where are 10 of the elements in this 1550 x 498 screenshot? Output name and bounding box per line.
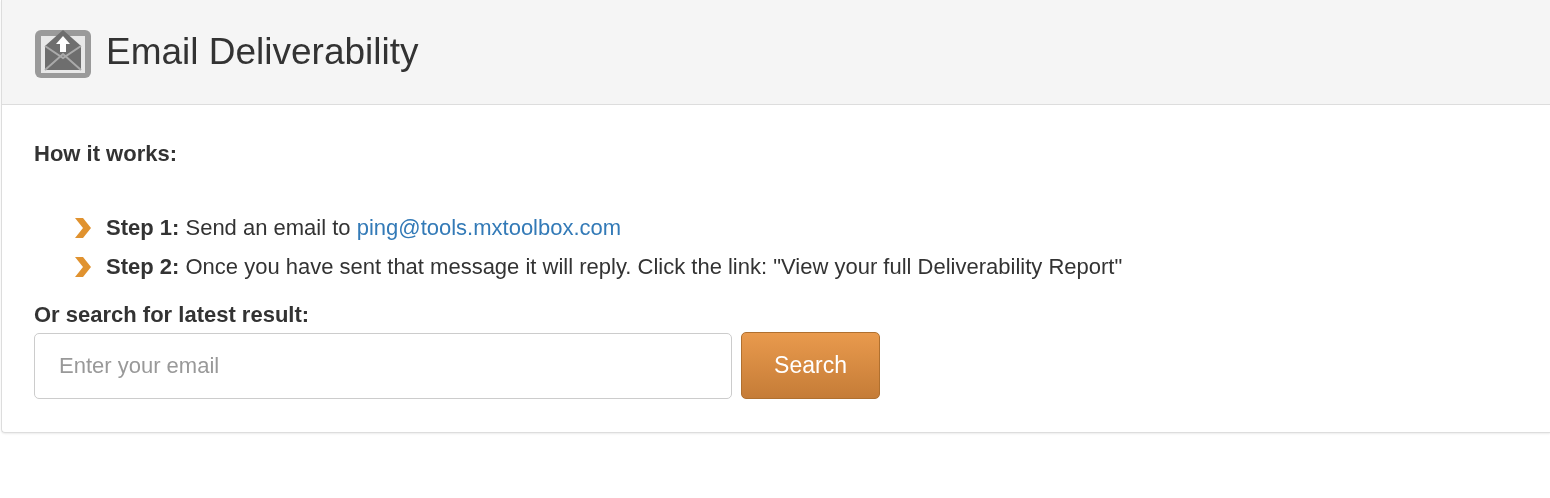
chevron-icon bbox=[74, 256, 92, 278]
step-text: Step 2: Once you have sent that message it will reply. Click the link: "View your full Deliverability Report" bbox=[106, 254, 1123, 280]
step-text: Step 1: Send an email to ping@tools.mxtoolbox.com bbox=[106, 215, 622, 241]
search-label: Or search for latest result: bbox=[34, 302, 311, 328]
search-button[interactable]: Search bbox=[741, 332, 880, 399]
email-link[interactable]: ping@tools.mxtoolbox.com bbox=[356, 215, 622, 240]
chevron-icon bbox=[74, 217, 92, 239]
section-heading: How it works: bbox=[34, 141, 178, 167]
email-input[interactable]: Enter your email bbox=[34, 332, 732, 399]
panel-title: Email Deliverability bbox=[106, 31, 419, 73]
